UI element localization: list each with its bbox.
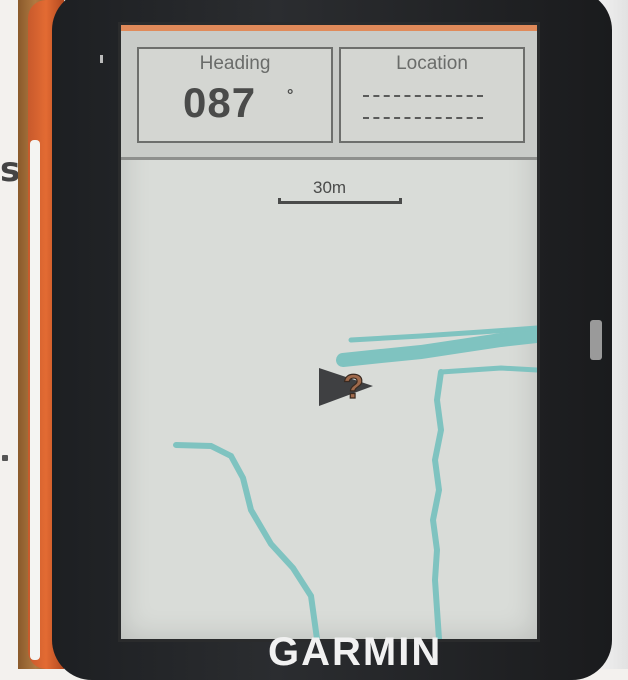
map-view[interactable]: 30m ?: [121, 160, 537, 639]
position-question-mark: ?: [343, 368, 364, 406]
location-line-1: [363, 95, 483, 99]
garmin-logo: GARMIN: [268, 630, 443, 674]
location-label: Location: [396, 53, 468, 74]
track-line-right: [429, 369, 445, 639]
heading-unit: °: [287, 87, 294, 104]
track-line-right-branch: [438, 365, 537, 375]
position-marker: ?: [319, 367, 373, 407]
side-button[interactable]: [590, 320, 602, 360]
background-page-dot: [2, 455, 8, 461]
side-indicator: [100, 55, 103, 63]
map-canvas: ?: [173, 325, 537, 639]
location-line-2: [363, 117, 483, 121]
device-white-trim: [30, 140, 40, 660]
heading-field[interactable]: Heading 087 °: [137, 47, 333, 143]
device-screen[interactable]: Heading 087 ° Location 30m ?: [118, 22, 540, 642]
heading-label: Heading: [199, 53, 271, 74]
heading-value: 087: [183, 79, 257, 126]
track-line-lower-left: [173, 442, 320, 639]
location-field[interactable]: Location: [339, 47, 525, 143]
data-field-header: Heading 087 ° Location: [121, 31, 537, 160]
